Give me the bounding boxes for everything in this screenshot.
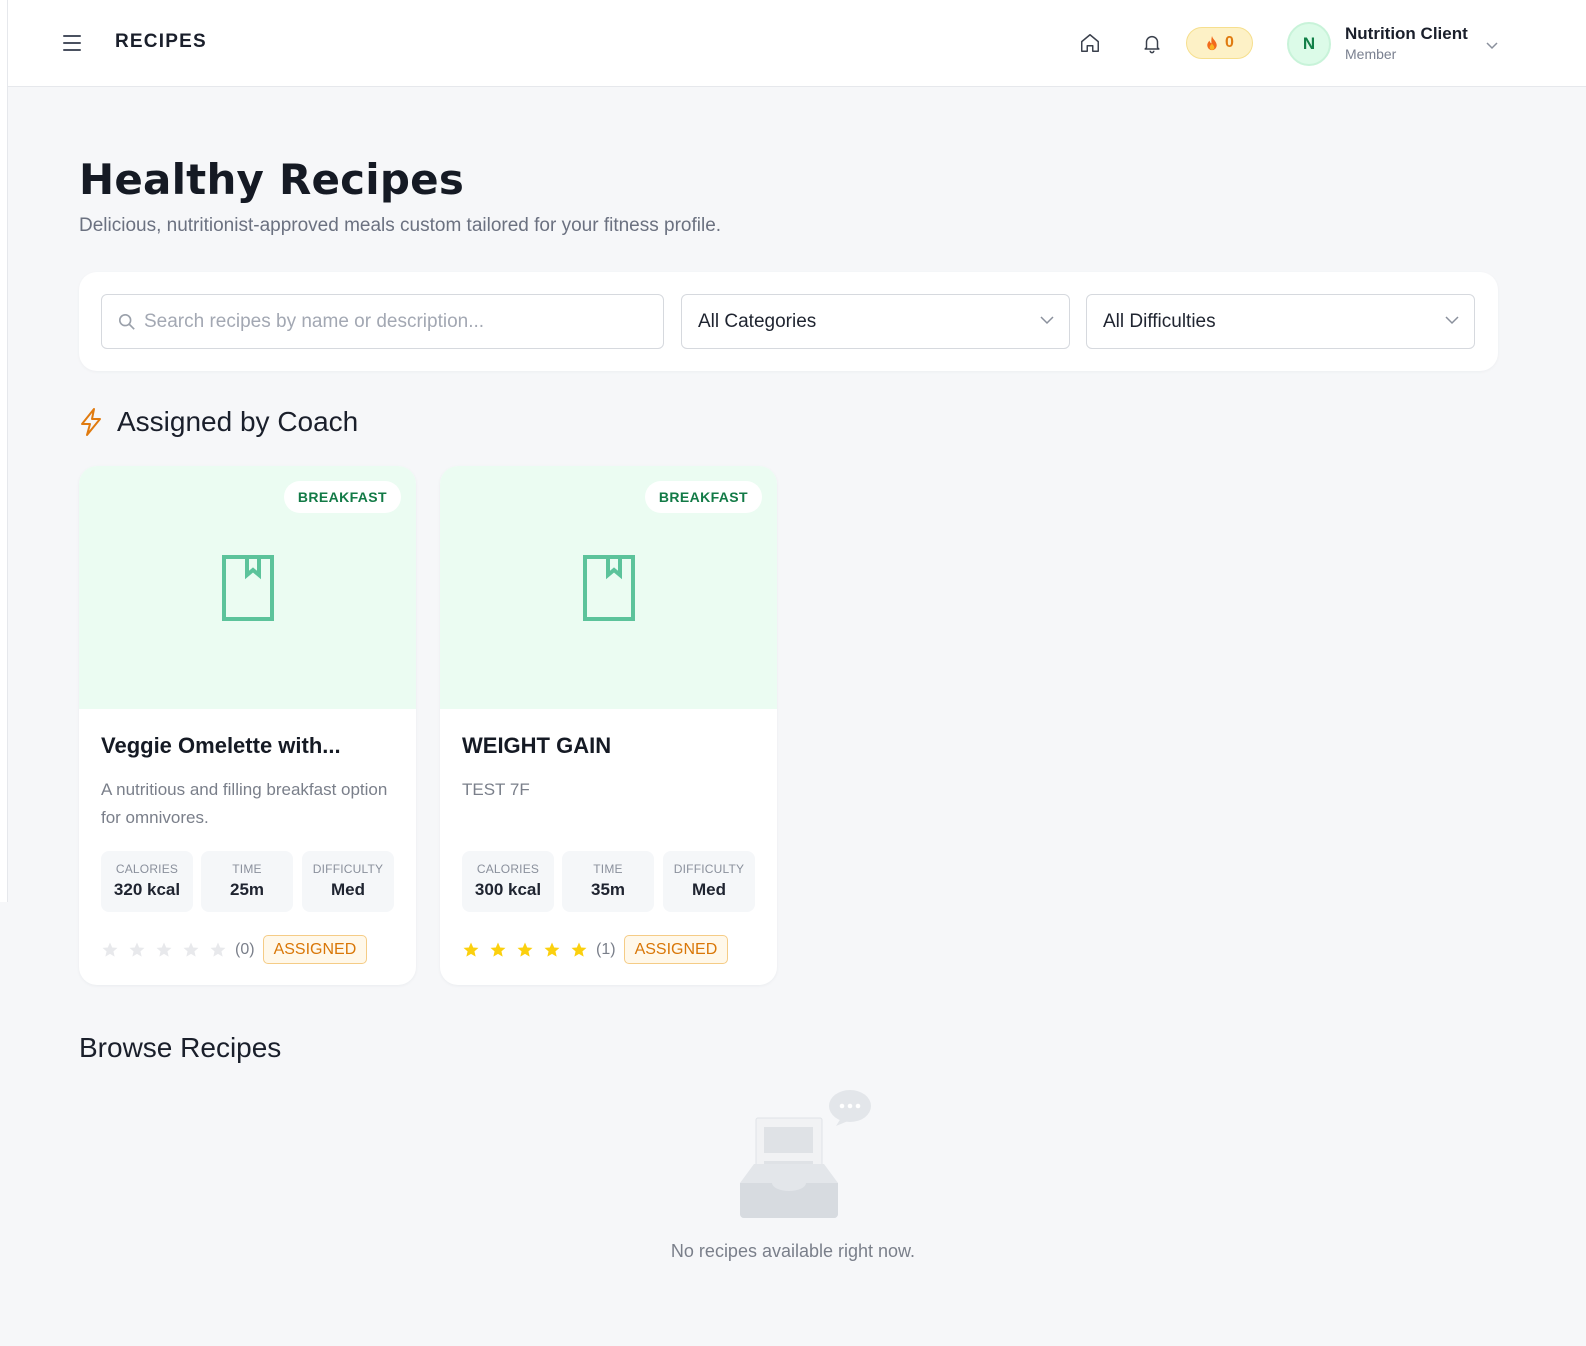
rating-count: (1)	[596, 940, 616, 958]
recipe-description: TEST 7F	[462, 780, 530, 799]
star-rating[interactable]	[462, 941, 597, 959]
chevron-down-icon	[1486, 42, 1498, 50]
empty-state-message: No recipes available right now.	[670, 1241, 916, 1261]
recipe-card-image: BREAKFAST	[79, 466, 416, 709]
stat-value: 300 kcal	[474, 880, 542, 899]
browse-section-title: Browse Recipes	[79, 1032, 282, 1063]
star-filled-icon[interactable]	[516, 941, 534, 959]
lightning-icon	[81, 408, 101, 436]
menu-icon-line	[63, 49, 81, 51]
stat-label: CALORIES	[476, 862, 540, 876]
stat-difficulty: DIFFICULTY Med	[663, 851, 755, 912]
recipe-description: A nutritious and filling breakfast optio…	[101, 780, 388, 827]
app-title: RECIPES	[115, 31, 207, 52]
stat-value: 35m	[590, 880, 626, 899]
user-menu-chevron[interactable]	[1485, 37, 1499, 55]
stat-time: TIME 35m	[562, 851, 654, 912]
menu-icon-line	[63, 35, 81, 37]
sidebar-edge	[0, 0, 8, 902]
home-button[interactable]	[1077, 30, 1103, 56]
recipe-title: WEIGHT GAIN	[462, 733, 612, 758]
stat-label: CALORIES	[115, 862, 179, 876]
book-icon	[583, 555, 635, 621]
assigned-tag: ASSIGNED	[262, 935, 368, 964]
rating-row: (1) ASSIGNED	[462, 935, 729, 964]
stat-label: TIME	[232, 862, 262, 876]
bell-icon	[1144, 35, 1160, 54]
rating-row: (0) ASSIGNED	[101, 935, 368, 964]
streak-count: 0	[1225, 34, 1234, 51]
difficulty-select[interactable]: All Difficulties	[1086, 294, 1475, 349]
stat-value: Med	[331, 880, 365, 899]
assigned-section-header: Assigned by Coach	[79, 406, 358, 438]
star-empty-icon[interactable]	[209, 941, 227, 959]
recipe-card[interactable]: BREAKFAST Veggie Omelette with... A nutr…	[79, 466, 416, 985]
stat-calories: CALORIES 320 kcal	[101, 851, 193, 912]
recipe-card-image: BREAKFAST	[440, 466, 777, 709]
difficulty-select-value: All Difficulties	[1103, 310, 1216, 332]
page-title: Healthy Recipes	[79, 155, 465, 204]
page-subtitle: Delicious, nutritionist-approved meals c…	[79, 215, 722, 236]
flame-icon	[1207, 35, 1217, 50]
menu-toggle-button[interactable]	[63, 32, 83, 54]
assigned-tag: ASSIGNED	[623, 935, 729, 964]
star-filled-icon[interactable]	[489, 941, 507, 959]
chevron-down-icon	[1040, 316, 1054, 325]
search-icon	[118, 313, 135, 330]
star-filled-icon[interactable]	[570, 941, 588, 959]
home-icon	[1081, 34, 1099, 52]
star-empty-icon[interactable]	[101, 941, 119, 959]
star-rating[interactable]	[101, 941, 236, 959]
category-select-value: All Categories	[698, 310, 817, 332]
filter-panel: All Categories All Difficulties	[79, 272, 1498, 371]
stat-calories: CALORIES 300 kcal	[462, 851, 554, 912]
stat-label: DIFFICULTY	[673, 862, 745, 876]
stat-difficulty: DIFFICULTY Med	[302, 851, 394, 912]
notifications-button[interactable]	[1139, 30, 1165, 56]
star-filled-icon[interactable]	[462, 941, 480, 959]
user-name[interactable]: Nutrition Client	[1345, 24, 1468, 44]
stat-value: Med	[692, 880, 726, 899]
stat-value: 25m	[229, 880, 265, 899]
assigned-section-title: Assigned by Coach	[117, 406, 359, 437]
search-input[interactable]	[144, 310, 644, 333]
streak-badge[interactable]: 0	[1186, 27, 1253, 59]
category-badge: BREAKFAST	[283, 481, 401, 513]
menu-icon-line	[63, 42, 81, 44]
user-role: Member	[1345, 46, 1397, 62]
rating-count: (0)	[235, 940, 255, 958]
recipe-title: Veggie Omelette with...	[101, 733, 341, 758]
stat-time: TIME 25m	[201, 851, 293, 912]
stat-value: 320 kcal	[113, 880, 181, 899]
category-badge: BREAKFAST	[644, 481, 762, 513]
user-avatar[interactable]: N	[1287, 22, 1331, 66]
star-empty-icon[interactable]	[128, 941, 146, 959]
star-empty-icon[interactable]	[182, 941, 200, 959]
recipe-card[interactable]: BREAKFAST WEIGHT GAIN TEST 7F CALORIES 3…	[440, 466, 777, 985]
empty-inbox-icon	[740, 1090, 871, 1218]
star-empty-icon[interactable]	[155, 941, 173, 959]
chevron-down-icon	[1445, 316, 1459, 325]
search-field[interactable]	[101, 294, 664, 349]
star-filled-icon[interactable]	[543, 941, 561, 959]
book-icon	[222, 555, 274, 621]
category-select[interactable]: All Categories	[681, 294, 1070, 349]
stat-label: DIFFICULTY	[312, 862, 384, 876]
stat-label: TIME	[593, 862, 623, 876]
